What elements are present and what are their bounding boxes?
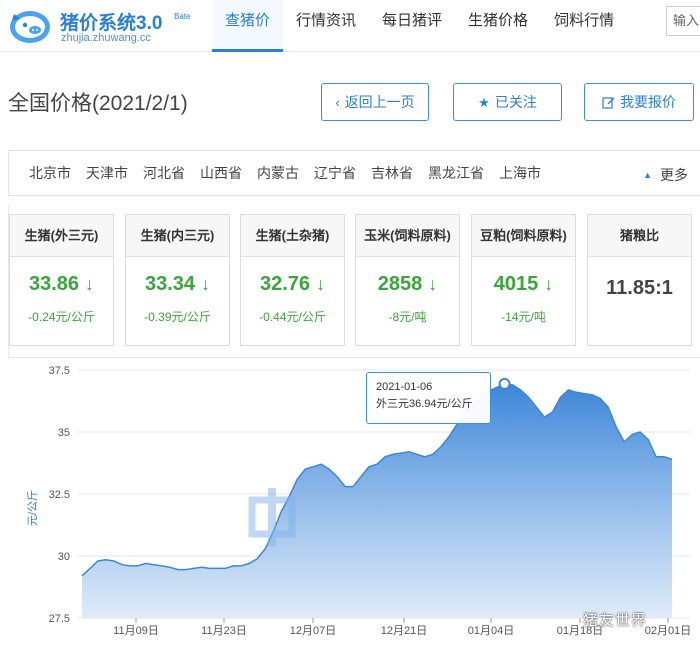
more-label: 更多 xyxy=(660,167,688,183)
x-tick-label: 11月09日 xyxy=(113,625,159,637)
price-card[interactable]: 生猪(内三元) 33.34 ↓ -0.39元/公斤 xyxy=(125,214,230,346)
region-bar: 北京市 天津市 河北省 山西省 内蒙古 辽宁省 吉林省 黑龙江省 上海市 ▲ 更多 xyxy=(8,150,700,196)
price-card-value: 33.86 ↓ xyxy=(10,273,113,296)
price-card[interactable]: 豆粕(饲料原料) 4015 ↓ -14元/吨 xyxy=(471,214,576,346)
price-card-value: 2858 ↓ xyxy=(356,273,459,296)
price-card[interactable]: 生猪(土杂猪) 32.76 ↓ -0.44元/公斤 xyxy=(240,214,345,346)
nav-item-check-price[interactable]: 查猪价 xyxy=(212,0,284,52)
chart-y-axis-label: 元/公斤 xyxy=(26,490,39,526)
region-item[interactable]: 辽宁省 xyxy=(314,163,356,183)
nav-item-hog-price[interactable]: 生猪价格 xyxy=(455,0,541,52)
search-input[interactable]: 输入 xyxy=(666,6,700,36)
y-tick-label: 37.5 xyxy=(49,365,70,377)
nav-item-market-news[interactable]: 行情资讯 xyxy=(283,0,369,52)
star-icon: ★ xyxy=(478,94,490,110)
region-item[interactable]: 山西省 xyxy=(200,163,242,183)
price-card[interactable]: 猪粮比 11.85:1 xyxy=(587,214,692,346)
region-item[interactable]: 上海市 xyxy=(499,163,541,183)
price-chart-svg[interactable]: 27.5 30 32.5 35 37.5 11月09日 11月23日 12月07日 12月21… xyxy=(0,358,700,648)
price-card-value: 33.34 ↓ xyxy=(126,273,229,296)
price-card-value: 4015 ↓ xyxy=(472,273,575,296)
x-tick-label: 02月01日 xyxy=(645,625,691,637)
price-card-title: 生猪(土杂猪) xyxy=(241,215,344,257)
x-tick-label: 12月21日 xyxy=(381,625,427,637)
follow-button-label: 已关注 xyxy=(494,94,537,110)
chart-tooltip: 2021-01-06 外三元36.94元/公斤 xyxy=(366,372,491,424)
main-nav: 查猪价 行情资讯 每日猪评 生猪价格 饲料行情 xyxy=(212,0,627,52)
price-card-title: 猪粮比 xyxy=(588,215,691,257)
x-tick-label: 11月23日 xyxy=(201,625,247,637)
region-item[interactable]: 黑龙江省 xyxy=(428,163,484,183)
report-price-button[interactable]: 我要报价 xyxy=(584,83,694,121)
price-card-title: 生猪(内三元) xyxy=(126,215,229,257)
y-tick-label: 32.5 xyxy=(49,489,70,501)
y-tick-label: 27.5 xyxy=(49,613,70,625)
price-card-change: -0.24元/公斤 xyxy=(28,310,95,324)
price-card-title: 生猪(外三元) xyxy=(10,215,113,257)
page-title: 全国价格(2021/2/1) xyxy=(8,92,188,115)
arrow-down-icon: ↓ xyxy=(201,274,211,294)
top-header: 猪价系统3.0 Bate zhujia.zhuwang.cc 查猪价 行情资讯 … xyxy=(0,0,700,52)
price-value-text: 33.34 xyxy=(144,273,196,295)
price-card[interactable]: 生猪(外三元) 33.86 ↓ -0.24元/公斤 xyxy=(9,214,114,346)
pig-logo-icon xyxy=(10,11,50,43)
logo-title: 猪价系统3.0 xyxy=(60,13,163,34)
x-tick-label: 12月07日 xyxy=(290,625,336,637)
price-card-title: 玉米(饲料原料) xyxy=(356,215,459,257)
price-value-text: 11.85:1 xyxy=(606,277,673,299)
price-card-title: 豆粕(饲料原料) xyxy=(472,215,575,257)
nav-item-daily-review[interactable]: 每日猪评 xyxy=(369,0,455,52)
price-value-text: 4015 xyxy=(493,273,539,295)
edit-icon xyxy=(602,96,615,109)
arrow-down-icon: ↓ xyxy=(428,274,438,294)
logo-url: zhujia.zhuwang.cc xyxy=(61,32,151,44)
site-logo[interactable]: 猪价系统3.0 Bate zhujia.zhuwang.cc xyxy=(6,4,196,48)
arrow-down-icon: ↓ xyxy=(85,274,95,294)
price-card-change: -0.39元/公斤 xyxy=(144,310,211,324)
report-price-label: 我要报价 xyxy=(620,94,676,110)
tooltip-date: 2021-01-06 xyxy=(376,381,433,393)
triangle-up-icon: ▲ xyxy=(643,170,652,180)
region-item[interactable]: 北京市 xyxy=(29,163,71,183)
follow-button[interactable]: ★ 已关注 xyxy=(453,83,562,121)
price-card-change: -0.44元/公斤 xyxy=(259,310,326,324)
price-value-text: 32.76 xyxy=(259,273,311,295)
nav-item-feed-market[interactable]: 饲料行情 xyxy=(541,0,627,52)
price-card[interactable]: 玉米(饲料原料) 2858 ↓ -8元/吨 xyxy=(355,214,460,346)
region-item[interactable]: 吉林省 xyxy=(371,163,413,183)
y-tick-label: 35 xyxy=(58,427,70,439)
tooltip-value: 外三元36.94元/公斤 xyxy=(376,398,473,410)
price-value-text: 33.86 xyxy=(28,273,80,295)
price-card-value: 32.76 ↓ xyxy=(241,273,344,296)
watermark-text: 猪友世界 xyxy=(583,612,648,629)
price-card-value: 11.85:1 xyxy=(588,277,691,300)
price-chart[interactable]: 27.5 30 32.5 35 37.5 11月09日 11月23日 12月07日 12月21… xyxy=(0,358,700,648)
y-tick-label: 30 xyxy=(58,551,70,563)
region-item[interactable]: 内蒙古 xyxy=(257,163,299,183)
price-card-change: -14元/吨 xyxy=(501,310,546,324)
region-item[interactable]: 天津市 xyxy=(86,163,128,183)
back-button-label: 返回上一页 xyxy=(344,94,415,110)
x-tick-label: 01月04日 xyxy=(468,625,514,637)
chevron-left-icon: ‹ xyxy=(335,94,340,110)
logo-beta: Bate xyxy=(174,12,191,21)
price-card-change: -8元/吨 xyxy=(388,310,427,324)
more-regions-button[interactable]: ▲ 更多 xyxy=(643,165,688,185)
region-item[interactable]: 河北省 xyxy=(143,163,185,183)
back-button[interactable]: ‹ 返回上一页 xyxy=(321,83,429,121)
hover-point[interactable] xyxy=(498,377,511,390)
arrow-down-icon: ↓ xyxy=(316,274,326,294)
arrow-down-icon: ↓ xyxy=(544,274,554,294)
price-value-text: 2858 xyxy=(377,273,423,295)
